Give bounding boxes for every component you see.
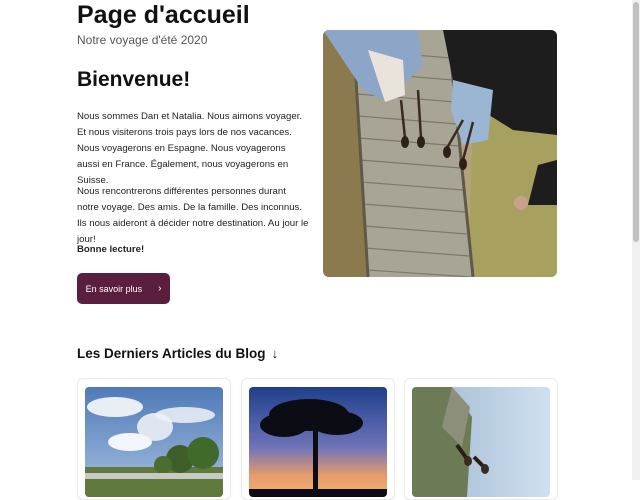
- blog-card-image: [249, 387, 387, 497]
- intro-sign-off: Bonne lecture!: [77, 244, 145, 255]
- chevron-right-icon: ›: [158, 283, 162, 294]
- hero-image: [323, 30, 557, 277]
- learn-more-button[interactable]: En savoir plus ›: [77, 273, 170, 304]
- arrow-down-icon: ↓: [271, 346, 279, 361]
- scrollbar-thumb[interactable]: [633, 2, 639, 242]
- page-title: Page d'accueil: [77, 1, 250, 29]
- photo-mountain-feet: [412, 387, 550, 497]
- page-subtitle: Notre voyage d'été 2020: [77, 33, 208, 47]
- hero-photo-boardwalk: [323, 30, 557, 277]
- intro-paragraph-1: Nous sommes Dan et Natalia. Nous aimons …: [77, 111, 303, 186]
- blog-card-2[interactable]: [241, 378, 395, 500]
- blog-card-1[interactable]: [77, 378, 231, 500]
- welcome-heading: Bienvenue!: [77, 68, 191, 91]
- photo-tree-sunset: [249, 387, 387, 497]
- learn-more-label: En savoir plus: [85, 283, 143, 294]
- intro-paragraph-2: Nous rencontrerons différentes personnes…: [77, 186, 309, 245]
- blog-card-image: [412, 387, 550, 497]
- blog-section-title: Les Derniers Articles du Blog ↓: [77, 346, 278, 361]
- blog-section-label: Les Derniers Articles du Blog: [77, 346, 266, 361]
- photo-sky-clouds-trees: [85, 387, 223, 497]
- page-scrollbar[interactable]: [632, 0, 640, 480]
- blog-card-image: [85, 387, 223, 497]
- blog-card-3[interactable]: [404, 378, 558, 500]
